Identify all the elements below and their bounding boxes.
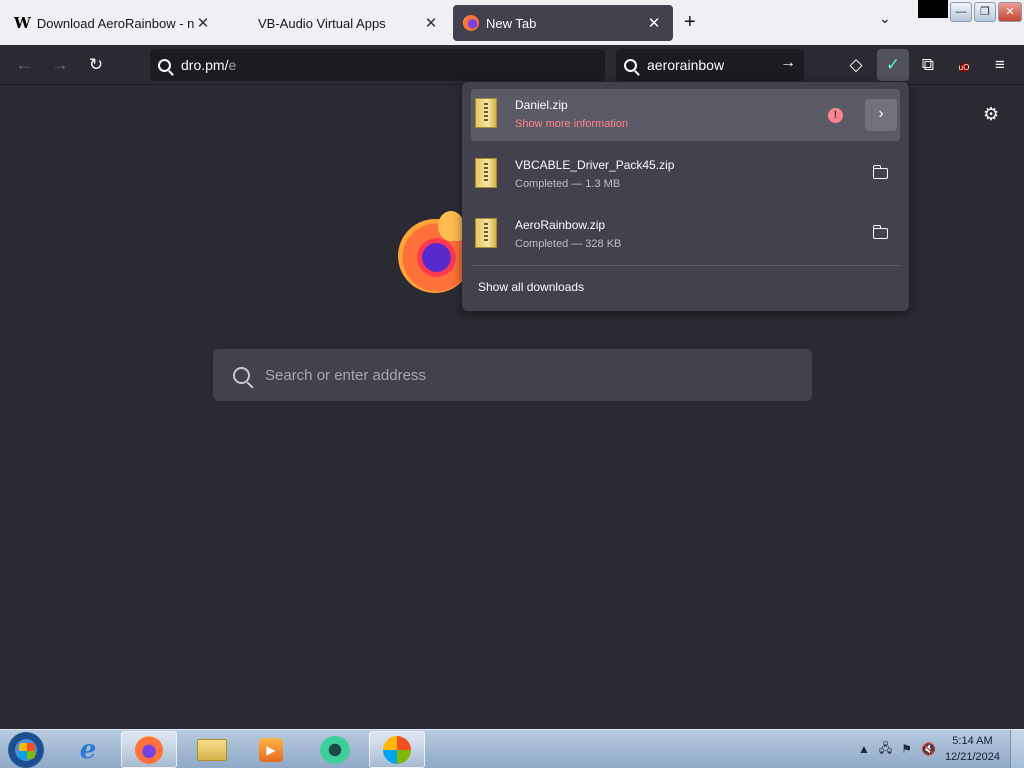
navigation-toolbar: ← → ↻ dro.pm/e aerorainbow → ◇ ✓ ⧉ uO ≡ bbox=[0, 45, 1024, 85]
divider bbox=[471, 265, 900, 266]
reload-button[interactable]: ↻ bbox=[84, 53, 108, 77]
tab-title: VB-Audio Virtual Apps bbox=[258, 15, 386, 31]
taskbar-file-explorer[interactable] bbox=[184, 731, 240, 768]
back-button[interactable]: ← bbox=[12, 53, 36, 77]
clock-time: 5:14 AM bbox=[952, 735, 993, 747]
search-placeholder: Search or enter address bbox=[265, 366, 426, 384]
search-icon bbox=[233, 366, 250, 384]
close-window-button[interactable]: ✕ bbox=[998, 2, 1022, 22]
system-tray: ▲ 🖧 ⚑ 🔇 5:14 AM 12/21/2024 bbox=[858, 730, 1024, 768]
open-folder-icon[interactable] bbox=[872, 165, 888, 179]
address-autofill: e bbox=[228, 57, 237, 73]
restore-button[interactable]: ❐ bbox=[974, 2, 996, 22]
new-tab-button[interactable]: + bbox=[684, 11, 696, 34]
taskbar-green-app[interactable] bbox=[307, 731, 363, 768]
window-title-strip bbox=[918, 0, 948, 18]
wikipedia-favicon-icon: W bbox=[14, 14, 31, 32]
tab-vb-audio[interactable]: VB-Audio Virtual Apps ✕ bbox=[232, 5, 450, 41]
taskbar-internet-explorer[interactable]: e bbox=[60, 731, 116, 768]
search-go-icon[interactable]: → bbox=[780, 54, 796, 72]
taskbar-windows-app[interactable] bbox=[369, 731, 425, 768]
network-icon[interactable]: 🖧 bbox=[879, 739, 892, 760]
windows-logo-icon bbox=[383, 735, 411, 764]
close-tab-icon[interactable]: ✕ bbox=[194, 14, 212, 32]
firefox-favicon-icon bbox=[463, 15, 479, 31]
address-bar[interactable]: dro.pm/e bbox=[150, 49, 605, 81]
volume-muted-icon[interactable]: 🔇 bbox=[921, 742, 936, 756]
folder-icon bbox=[197, 738, 227, 761]
download-item-aerorainbow[interactable]: AeroRainbow.zip Completed — 328 KB bbox=[471, 209, 900, 261]
zip-file-icon bbox=[475, 98, 497, 128]
show-more-button[interactable]: › bbox=[865, 99, 897, 131]
clock-date: 12/21/2024 bbox=[944, 751, 1000, 763]
download-status[interactable]: Show more information bbox=[515, 118, 628, 130]
download-status: Completed — 1.3 MB bbox=[515, 178, 621, 190]
search-icon bbox=[158, 58, 171, 72]
download-name: VBCABLE_Driver_Pack45.zip bbox=[515, 158, 675, 172]
action-center-flag-icon[interactable]: ⚑ bbox=[901, 742, 912, 756]
search-icon bbox=[624, 58, 637, 72]
zip-file-icon bbox=[475, 218, 497, 248]
warning-icon: ! bbox=[828, 108, 843, 123]
close-tab-icon[interactable]: ✕ bbox=[645, 14, 663, 32]
downloads-panel: Daniel.zip Show more information ! › VBC… bbox=[462, 82, 909, 311]
start-button[interactable] bbox=[8, 732, 44, 768]
show-desktop-button[interactable] bbox=[1010, 730, 1024, 768]
download-name: Daniel.zip bbox=[515, 98, 568, 112]
download-name: AeroRainbow.zip bbox=[515, 218, 606, 232]
settings-gear-icon[interactable]: ⚙ bbox=[983, 104, 999, 125]
extensions-button[interactable]: ⧉ bbox=[916, 53, 940, 77]
show-all-downloads-button[interactable]: Show all downloads bbox=[478, 280, 584, 294]
tab-new-tab[interactable]: New Tab ✕ bbox=[453, 5, 673, 41]
taskbar-media-player[interactable]: ▶ bbox=[243, 731, 299, 768]
minimize-button[interactable]: — bbox=[950, 2, 972, 22]
pocket-button[interactable]: ◇ bbox=[844, 53, 868, 77]
tab-title: Download AeroRainbow - nice bbox=[36, 15, 194, 31]
download-item-vbcable[interactable]: VBCABLE_Driver_Pack45.zip Completed — 1.… bbox=[471, 149, 900, 201]
address-value: dro.pm/ bbox=[181, 57, 229, 73]
ublock-origin-button[interactable]: uO bbox=[952, 53, 976, 77]
green-app-icon bbox=[320, 735, 350, 764]
ublock-icon: uO bbox=[958, 63, 970, 72]
download-item-daniel[interactable]: Daniel.zip Show more information ! › bbox=[471, 89, 900, 141]
firefox-logo bbox=[398, 211, 472, 293]
app-menu-button[interactable]: ≡ bbox=[988, 53, 1012, 77]
list-all-tabs-button[interactable]: ⌄ bbox=[879, 10, 891, 27]
search-value: aerorainbow bbox=[647, 57, 725, 73]
forward-button[interactable]: → bbox=[48, 53, 72, 77]
close-tab-icon[interactable]: ✕ bbox=[422, 14, 440, 32]
tab-download-aerorainbow[interactable]: W Download AeroRainbow - nice ✕ bbox=[4, 5, 222, 41]
open-folder-icon[interactable] bbox=[872, 225, 888, 239]
tab-title: New Tab bbox=[486, 15, 537, 31]
zip-file-icon bbox=[475, 158, 497, 188]
newtab-search-box[interactable]: Search or enter address bbox=[213, 349, 812, 401]
clock[interactable]: 5:14 AM 12/21/2024 bbox=[945, 733, 1000, 765]
taskbar: e ▶ ▲ 🖧 ⚑ 🔇 5:14 AM 12/21/2024 bbox=[0, 729, 1024, 768]
firefox-icon bbox=[135, 735, 163, 764]
download-status: Completed — 328 KB bbox=[515, 238, 622, 250]
tray-expand-icon[interactable]: ▲ bbox=[858, 742, 870, 756]
search-bar[interactable]: aerorainbow → bbox=[616, 49, 804, 81]
taskbar-firefox[interactable] bbox=[121, 731, 177, 768]
tab-strip: W Download AeroRainbow - nice ✕ VB-Audio… bbox=[0, 0, 1024, 45]
downloads-button[interactable]: ✓ bbox=[877, 49, 909, 81]
media-player-icon: ▶ bbox=[259, 737, 283, 762]
internet-explorer-icon: e bbox=[79, 734, 97, 765]
